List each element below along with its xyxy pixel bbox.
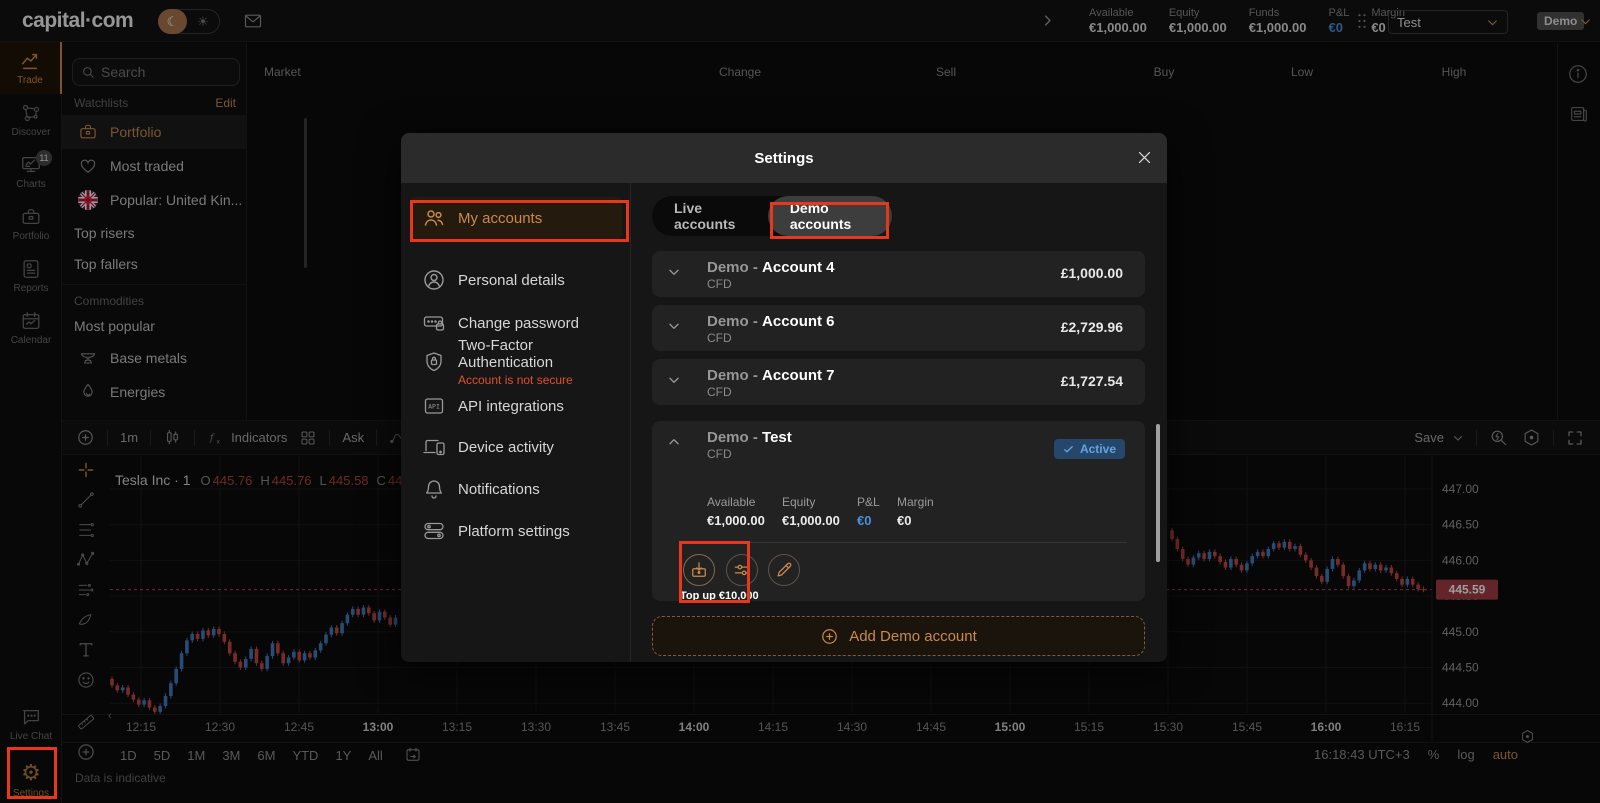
top-up-tooltip: Top up €10,000 [680, 590, 759, 602]
account-value: £1,000.00 [1061, 265, 1123, 281]
account-type: CFD [707, 331, 732, 345]
modal-nav-device-activity[interactable]: Device activity [410, 427, 622, 467]
accounts-tabs: Live accountsDemo accounts [652, 196, 892, 236]
stat-available: Available €1,000.00 [707, 495, 782, 529]
shield-icon [422, 350, 446, 374]
modal-nav-api-integrations[interactable]: API API integrations [410, 386, 622, 426]
person-icon [422, 268, 446, 292]
modal-nav-label: Change password [458, 315, 579, 332]
trading-app: 447.00446.50446.00445.50445.00444.50444.… [0, 0, 1600, 803]
modal-nav-label: Device activity [458, 439, 554, 456]
modal-nav-platform-settings[interactable]: Platform settings [410, 511, 622, 551]
stat-pl: P&L €0 [857, 495, 897, 529]
people-icon [422, 206, 446, 230]
svg-text:API: API [428, 403, 440, 411]
stat-value: €1,000.00 [782, 512, 857, 529]
account-name: Demo - Account 7 [707, 367, 835, 384]
add-demo-account-label: Add Demo account [849, 628, 977, 645]
divider [707, 542, 1127, 543]
devices-icon [422, 435, 446, 459]
stat-label: Available [707, 495, 782, 510]
stat-margin: Margin €0 [897, 495, 947, 529]
settings-modal: Settings My accounts Personal details Chan… [401, 133, 1167, 662]
modal-nav-notifications[interactable]: Notifications [410, 469, 622, 509]
account-value: £2,729.96 [1061, 319, 1123, 335]
stat-value: €0 [857, 512, 897, 529]
check-icon [1063, 444, 1074, 455]
platform-icon [422, 519, 446, 543]
account-row-expanded[interactable]: Demo - TestCFDActiveAvailable€1,000.00Eq… [652, 421, 1145, 601]
account-type: CFD [707, 447, 732, 461]
tab-live-accounts[interactable]: Live accounts [652, 196, 768, 236]
bell-icon [422, 477, 446, 501]
stat-value: €0 [897, 512, 947, 529]
modal-nav-my-accounts[interactable]: My accounts [410, 197, 622, 239]
chevron-down-icon[interactable] [667, 373, 681, 387]
chevron-up-icon[interactable] [667, 435, 681, 449]
stat-equity: Equity €1,000.00 [782, 495, 857, 529]
api-icon: API [422, 394, 446, 418]
account-row[interactable]: Demo - Account 4CFD £1,000.00 [652, 251, 1145, 297]
modal-nav-label: Two-Factor AuthenticationAccount is not … [458, 337, 622, 387]
stat-label: Equity [782, 495, 857, 510]
modal-nav-label: Personal details [458, 272, 565, 289]
account-name: Demo - Account 4 [707, 259, 835, 276]
account-type: CFD [707, 277, 732, 291]
stat-label: Margin [897, 495, 947, 510]
close-icon[interactable] [1136, 149, 1153, 166]
account-type: CFD [707, 385, 732, 399]
account-row[interactable]: Demo - Account 6CFD £2,729.96 [652, 305, 1145, 351]
chevron-down-icon[interactable] [667, 319, 681, 333]
modal-nav-label: My accounts [458, 210, 542, 227]
modal-title: Settings [754, 150, 813, 167]
account-stats: Available€1,000.00Equity€1,000.00P&L€0Ma… [707, 495, 947, 529]
stat-label: P&L [857, 495, 897, 510]
account-action-topup-button[interactable] [683, 554, 715, 586]
modal-scrollbar[interactable] [1156, 424, 1160, 562]
account-row[interactable]: Demo - Account 7CFD £1,727.54 [652, 359, 1145, 405]
modal-nav-sublabel: Account is not secure [458, 373, 622, 387]
account-action-sliders-button[interactable] [726, 554, 758, 586]
tab-demo-accounts[interactable]: Demo accounts [768, 196, 892, 236]
modal-nav-label: Notifications [458, 481, 540, 498]
account-name: Demo - Account 6 [707, 313, 835, 330]
modal-nav-label: API integrations [458, 398, 564, 415]
modal-nav: My accounts Personal details Change passwo… [401, 183, 631, 662]
modal-nav-two-factor-authentication[interactable]: Two-Factor AuthenticationAccount is not … [410, 335, 622, 389]
modal-nav-label: Platform settings [458, 523, 570, 540]
password-icon [422, 311, 446, 335]
modal-nav-personal-details[interactable]: Personal details [410, 260, 622, 300]
plus-circle-icon [820, 627, 839, 646]
account-name: Demo - Test [707, 429, 792, 446]
active-status-badge: Active [1054, 439, 1125, 459]
add-demo-account-button[interactable]: Add Demo account [652, 616, 1145, 656]
account-action-pencil-button[interactable] [768, 554, 800, 586]
modal-header: Settings [401, 133, 1167, 183]
chevron-down-icon[interactable] [667, 265, 681, 279]
stat-value: €1,000.00 [707, 512, 782, 529]
account-value: £1,727.54 [1061, 373, 1123, 389]
